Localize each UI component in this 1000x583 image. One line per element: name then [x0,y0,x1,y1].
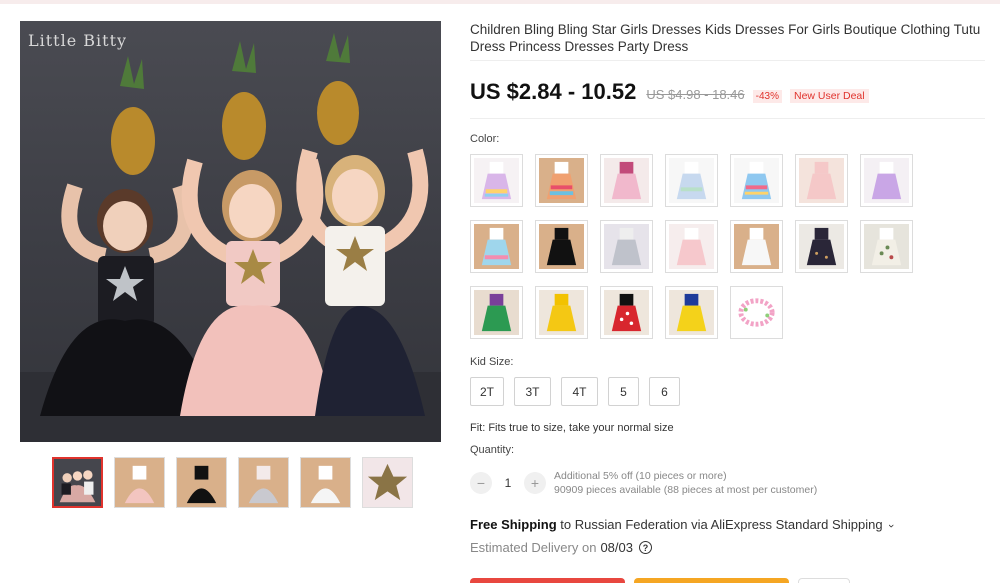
delivery-date: 08/03 [600,540,633,555]
size-options: 2T 3T 4T 5 6 [470,377,681,406]
pineapple-left [111,56,155,175]
color-swatch-3[interactable] [600,154,653,207]
color-swatch-4[interactable] [665,154,718,207]
chevron-down-icon: › [885,524,898,528]
buy-now-button[interactable] [470,578,625,583]
pineapple-right [317,33,359,145]
color-swatch-14[interactable] [860,220,913,273]
girls-illustration [40,33,429,416]
current-price: US $2.84 - 10.52 [470,79,637,104]
price-row: US $2.84 - 10.52 US $4.98 - 18.46 -43% N… [470,79,869,105]
estimated-delivery-label: Estimated Delivery on [470,540,597,555]
brand-watermark: Little Bitty [28,31,128,50]
add-to-cart-button[interactable] [634,578,789,583]
divider [470,60,985,61]
wishlist-button[interactable] [798,578,850,583]
color-swatch-12[interactable] [730,220,783,273]
estimated-delivery: Estimated Delivery on 08/03 ? [470,540,652,555]
thumbnail-3[interactable] [176,457,227,508]
thumbnail-2[interactable] [114,457,165,508]
color-swatch-1[interactable] [470,154,523,207]
color-swatch-16[interactable] [535,286,588,339]
color-swatch-13[interactable] [795,220,848,273]
pineapple-middle [222,41,266,160]
quantity-value[interactable]: 1 [492,476,524,490]
color-swatch-11[interactable] [665,220,718,273]
size-option-4t[interactable]: 4T [561,377,599,406]
help-icon[interactable]: ? [639,541,652,554]
size-option-2t[interactable]: 2T [470,377,505,406]
availability-note: 90909 pieces available (88 pieces at mos… [554,484,818,496]
shipping-info[interactable]: Free Shipping to Russian Federation via … [470,517,897,532]
new-user-deal-badge: New User Deal [790,89,869,103]
color-label: Color: [470,133,500,145]
quantity-increase-button[interactable]: + [524,472,546,494]
color-swatch-10[interactable] [600,220,653,273]
size-option-5[interactable]: 5 [608,377,640,406]
color-swatch-19[interactable] [730,286,783,339]
color-swatch-5[interactable] [730,154,783,207]
fit-note: Fit: Fits true to size, take your normal… [470,422,674,434]
color-swatch-9[interactable] [535,220,588,273]
quantity-decrease-button[interactable]: − [470,472,492,494]
original-price: US $4.98 - 18.46 [646,87,745,102]
main-product-image[interactable]: Little Bitty [20,21,441,442]
color-swatch-18[interactable] [665,286,718,339]
product-title: Children Bling Bling Star Girls Dresses … [470,22,981,54]
size-option-6[interactable]: 6 [649,377,681,406]
discount-badge: -43% [752,90,782,103]
color-swatch-8[interactable] [470,220,523,273]
color-swatch-2[interactable] [535,154,588,207]
thumbnail-6[interactable] [362,457,413,508]
thumbnail-1[interactable] [52,457,103,508]
color-swatch-17[interactable] [600,286,653,339]
color-swatches [470,154,930,339]
color-swatch-15[interactable] [470,286,523,339]
quantity-stepper: − 1 + Additional 5% off (10 pieces or mo… [470,469,817,497]
color-swatch-7[interactable] [860,154,913,207]
quantity-label: Quantity: [470,444,515,456]
shipping-destination: to Russian Federation via AliExpress Sta… [556,517,883,532]
bulk-discount-note: Additional 5% off (10 pieces or more) [554,470,727,482]
divider [470,118,985,119]
thumbnail-5[interactable] [300,457,351,508]
size-label: Kid Size: [470,356,514,368]
thumbnail-4[interactable] [238,457,289,508]
top-strip [0,0,1000,4]
free-shipping-label: Free Shipping [470,517,557,532]
thumbnail-strip [52,457,413,508]
quantity-info: Additional 5% off (10 pieces or more) 90… [554,469,817,497]
color-swatch-6[interactable] [795,154,848,207]
size-option-3t[interactable]: 3T [514,377,552,406]
